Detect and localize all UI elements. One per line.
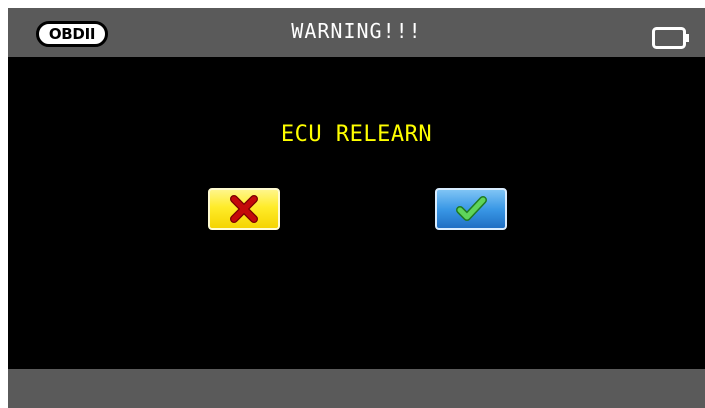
x-cross-icon	[230, 195, 258, 223]
cancel-button[interactable]	[208, 188, 280, 230]
checkmark-icon	[456, 196, 487, 221]
header-bar: OBDII WARNING!!!	[8, 8, 705, 57]
page-title: WARNING!!!	[291, 19, 422, 43]
footer-bar	[8, 369, 705, 408]
obdii-badge: OBDII	[36, 21, 108, 47]
ecu-relearn-prompt: ECU RELEARN	[280, 122, 433, 147]
battery-icon	[652, 27, 689, 49]
device-screen: OBDII WARNING!!! ECU RELEARN	[8, 8, 705, 408]
confirm-button[interactable]	[435, 188, 507, 230]
